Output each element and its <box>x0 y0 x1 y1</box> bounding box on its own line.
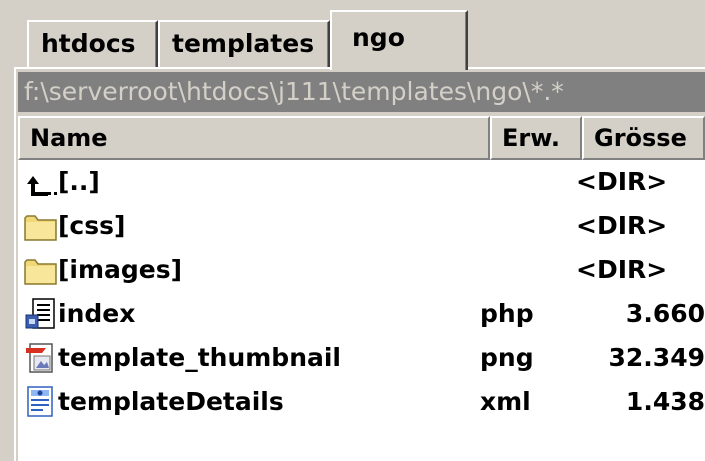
file-size: <DIR> <box>576 167 668 196</box>
file-row-css[interactable]: [css] <DIR> <box>18 204 705 248</box>
file-name: template_thumbnail <box>58 343 341 372</box>
folder-icon <box>24 215 57 241</box>
file-extension: xml <box>480 387 531 416</box>
file-name: [css] <box>58 211 126 240</box>
file-extension: png <box>480 343 534 372</box>
parent-dir-icon <box>27 176 57 196</box>
column-header-extension[interactable]: Erw. <box>490 116 582 160</box>
file-size: 1.438 <box>625 387 705 416</box>
file-name: [..] <box>58 167 100 196</box>
file-name: templateDetails <box>58 387 284 416</box>
file-row-template-thumbnail[interactable]: template_thumbnail png 32.349 <box>18 336 705 380</box>
tab-htdocs[interactable]: htdocs <box>27 20 158 68</box>
file-name: [images] <box>58 255 183 284</box>
tab-divider <box>466 67 705 69</box>
file-extension: php <box>480 299 534 328</box>
file-row-index[interactable]: index php 3.660 <box>18 292 705 336</box>
file-row-images[interactable]: [images] <DIR> <box>18 248 705 292</box>
file-size: <DIR> <box>576 255 668 284</box>
path-bar[interactable]: f:\serverroot\htdocs\j111\templates\ngo\… <box>18 72 705 112</box>
file-size: 32.349 <box>608 343 705 372</box>
file-size: <DIR> <box>576 211 668 240</box>
file-row-template-details[interactable]: templateDetails xml 1.438 <box>18 380 705 424</box>
tab-bar: htdocs templates ngo <box>0 0 705 70</box>
panel-border <box>14 67 16 461</box>
file-name: index <box>58 299 136 328</box>
file-manager-panel: htdocs templates ngo f:\serverroot\htdoc… <box>0 0 705 461</box>
php-file-icon <box>25 298 55 329</box>
png-file-icon <box>26 343 53 373</box>
file-list[interactable]: [..] <DIR> [css] <DIR> [images] <DIR> in… <box>18 160 705 461</box>
file-size: 3.660 <box>625 299 705 328</box>
tab-ngo[interactable]: ngo <box>330 10 468 70</box>
column-header: Name Erw. Grösse <box>18 116 705 160</box>
file-row-parent[interactable]: [..] <DIR> <box>18 160 705 204</box>
column-header-name[interactable]: Name <box>18 116 490 160</box>
xml-file-icon <box>27 386 53 417</box>
tab-divider <box>14 67 332 69</box>
tab-templates[interactable]: templates <box>158 20 330 68</box>
column-header-size[interactable]: Grösse <box>582 116 705 160</box>
folder-icon <box>24 259 57 285</box>
